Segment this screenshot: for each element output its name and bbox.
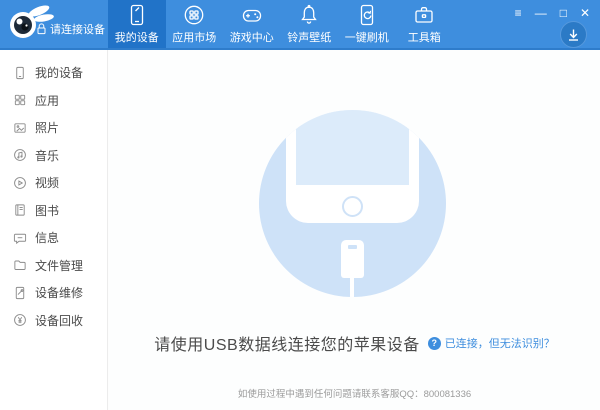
close-icon[interactable]: ✕ [580, 6, 590, 20]
game-center-icon [241, 4, 263, 26]
flash-device-icon [356, 4, 378, 26]
apps-icon [13, 93, 27, 107]
sidebar-item-label: 图书 [35, 202, 59, 219]
tab-flash-device[interactable]: 一键刷机 [338, 0, 396, 48]
sidebar-item-file-manager[interactable]: 文件管理 [0, 252, 107, 280]
sidebar-item-label: 照片 [35, 119, 59, 136]
connect-message-row: 请使用USB数据线连接您的苹果设备 ? 已连接，但无法识别？ [109, 331, 600, 355]
sidebar-item-device-recycle[interactable]: 设备回收 [0, 307, 107, 335]
device-recycle-icon [13, 313, 27, 327]
sidebar-item-my-device[interactable]: 我的设备 [0, 59, 107, 87]
tab-label: 一键刷机 [345, 29, 389, 45]
connection-status-text: 请连接设备 [50, 21, 105, 37]
toolbox-icon [413, 4, 435, 26]
sidebar-item-label: 设备回收 [35, 312, 83, 329]
connection-status: 请连接设备 [37, 21, 105, 37]
device-icon [13, 66, 27, 80]
sidebar-item-label: 音乐 [35, 147, 59, 164]
lock-icon [37, 23, 46, 35]
sidebar-item-label: 视频 [35, 174, 59, 191]
topbar: 请连接设备 我的设备 应用市场 [0, 0, 600, 50]
tab-game-center[interactable]: 游戏中心 [223, 0, 281, 48]
connector-slot [348, 245, 357, 249]
phone-illustration [286, 110, 419, 223]
file-manager-icon [13, 258, 27, 272]
phone-screen [296, 110, 409, 185]
app-window: 请连接设备 我的设备 应用市场 [0, 0, 600, 410]
messages-icon [13, 231, 27, 245]
connect-illustration [259, 110, 446, 297]
tab-toolbox[interactable]: 工具箱 [396, 0, 454, 48]
support-contact-note: 如使用过程中遇到任何问题请联系客服QQ：800081336 [109, 386, 600, 400]
help-link-text: 已连接，但无法识别？ [445, 335, 555, 351]
books-icon [13, 203, 27, 217]
sidebar-item-books[interactable]: 图书 [0, 197, 107, 225]
tab-ringtone-wallpaper[interactable]: 铃声壁纸 [281, 0, 339, 48]
minimize-icon[interactable]: — [535, 6, 547, 20]
sidebar-item-label: 文件管理 [35, 257, 83, 274]
sidebar-item-label: 设备维修 [35, 284, 83, 301]
device-repair-icon [13, 286, 27, 300]
connect-message: 请使用USB数据线连接您的苹果设备 [154, 331, 419, 355]
question-mark-icon: ? [428, 337, 441, 350]
sidebar-item-video[interactable]: 视频 [0, 169, 107, 197]
music-icon [13, 148, 27, 162]
lightning-connector-icon [341, 240, 364, 278]
sidebar-item-label: 信息 [35, 229, 59, 246]
maximize-icon[interactable]: □ [560, 6, 567, 20]
sidebar: 我的设备 应用 照片 [0, 50, 108, 410]
tab-label: 工具箱 [408, 29, 441, 45]
sidebar-item-device-repair[interactable]: 设备维修 [0, 279, 107, 307]
tab-label: 游戏中心 [230, 29, 274, 45]
app-market-icon [183, 4, 205, 26]
sidebar-item-label: 我的设备 [35, 64, 83, 81]
tab-my-device[interactable]: 我的设备 [108, 0, 166, 48]
usb-cable [350, 278, 354, 297]
ringtone-wallpaper-icon [298, 4, 320, 26]
sidebar-item-label: 应用 [35, 92, 59, 109]
video-icon [13, 176, 27, 190]
menu-icon[interactable]: ≡ [515, 6, 522, 20]
tab-app-market[interactable]: 应用市场 [166, 0, 224, 48]
tab-label: 铃声壁纸 [287, 29, 331, 45]
sidebar-item-music[interactable]: 音乐 [0, 142, 107, 170]
tab-label: 我的设备 [115, 29, 159, 45]
download-button[interactable] [560, 21, 587, 48]
window-controls: ≡ — □ ✕ [515, 6, 590, 20]
sidebar-item-photos[interactable]: 照片 [0, 114, 107, 142]
download-icon [567, 28, 580, 42]
connected-not-recognized-link[interactable]: ? 已连接，但无法识别？ [428, 335, 555, 351]
photos-icon [13, 121, 27, 135]
main-nav-tabs: 我的设备 应用市场 [108, 0, 453, 48]
sidebar-item-messages[interactable]: 信息 [0, 224, 107, 252]
sidebar-item-apps[interactable]: 应用 [0, 87, 107, 115]
my-device-icon [126, 4, 148, 26]
phone-home-button [342, 196, 363, 217]
tab-label: 应用市场 [172, 29, 216, 45]
main-content: 请使用USB数据线连接您的苹果设备 ? 已连接，但无法识别？ 如使用过程中遇到任… [109, 50, 600, 410]
